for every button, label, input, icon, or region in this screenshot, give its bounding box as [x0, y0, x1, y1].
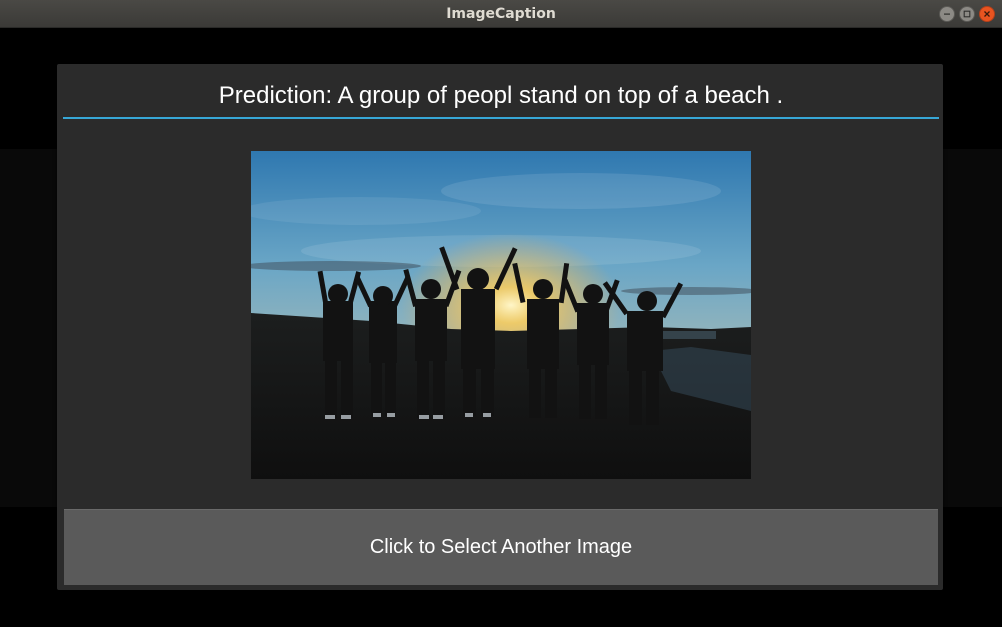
app-window: ImageCaption Prediction: A group of peop…: [0, 0, 1002, 627]
select-another-image-button[interactable]: Click to Select Another Image: [64, 509, 938, 585]
caption-image: [251, 151, 751, 479]
photo-graphic: [251, 151, 751, 479]
prediction-title: Prediction: A group of peopl stand on to…: [218, 82, 784, 109]
minimize-button[interactable]: [939, 6, 955, 22]
window-title: ImageCaption: [446, 6, 556, 22]
prediction-popup: Prediction: A group of peopl stand on to…: [57, 64, 943, 590]
close-button[interactable]: [979, 6, 995, 22]
title-separator: [63, 117, 939, 119]
maximize-button[interactable]: [959, 6, 975, 22]
minimize-icon: [944, 13, 950, 15]
maximize-icon: [963, 10, 971, 18]
title-bar[interactable]: ImageCaption: [0, 0, 1002, 28]
close-icon: [984, 11, 990, 17]
